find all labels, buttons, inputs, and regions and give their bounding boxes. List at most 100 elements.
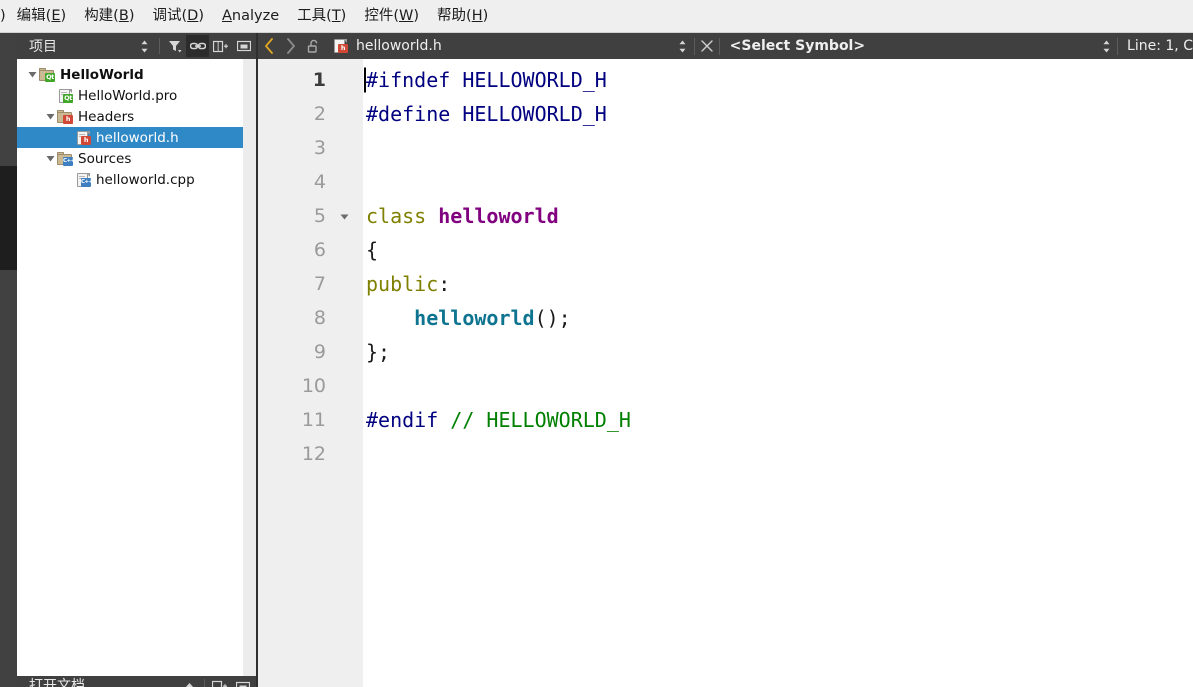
chevron-down-icon[interactable] bbox=[25, 64, 39, 85]
close-pane-icon[interactable] bbox=[231, 679, 254, 687]
chevron-down-icon[interactable] bbox=[43, 148, 57, 169]
h-file-icon: h bbox=[75, 130, 91, 146]
code-token: }; bbox=[366, 340, 391, 364]
current-file-chip[interactable]: h helloworld.h bbox=[326, 33, 442, 59]
open-documents-toolbar bbox=[178, 678, 258, 687]
open-documents-title: 打开文档 bbox=[29, 677, 85, 687]
menu-bar: ) 编辑(E) 构建(B) 调试(D) Analyze 工具(T) 控件(W) 帮助(H) bbox=[0, 0, 1193, 33]
line-number: 6 bbox=[313, 238, 326, 261]
code-line-text: { bbox=[363, 240, 378, 260]
menu-debug[interactable]: 调试(D) bbox=[143, 5, 213, 28]
split-pane-icon[interactable] bbox=[209, 35, 232, 57]
menu-analyze[interactable]: Analyze bbox=[213, 5, 288, 28]
code-line[interactable]: 11 #endif // HELLOWORLD_H bbox=[258, 403, 1193, 437]
text-caret bbox=[364, 67, 366, 93]
unlock-icon[interactable] bbox=[302, 33, 326, 59]
line-number: 2 bbox=[313, 102, 326, 125]
close-document-icon[interactable] bbox=[695, 33, 719, 59]
file-dropdown-icon[interactable] bbox=[672, 33, 694, 59]
menu-edit[interactable]: 编辑(E) bbox=[8, 5, 76, 28]
projects-panel-toolbar bbox=[133, 33, 258, 59]
navigate-back-button[interactable] bbox=[258, 33, 280, 59]
menu-tools[interactable]: 工具(T) bbox=[288, 5, 355, 28]
code-token: : bbox=[438, 272, 451, 296]
h-file-icon: h bbox=[332, 38, 348, 54]
navigate-forward-button[interactable] bbox=[280, 33, 302, 59]
code-line-text: helloworld(); bbox=[363, 308, 571, 328]
tree-item-label: helloworld.cpp bbox=[96, 171, 195, 188]
code-line[interactable]: 3 bbox=[258, 131, 1193, 165]
code-token: class bbox=[366, 204, 439, 228]
line-number: 8 bbox=[313, 306, 326, 329]
chevron-down-icon[interactable] bbox=[43, 106, 57, 127]
line-number: 3 bbox=[313, 136, 326, 159]
filter-icon[interactable] bbox=[163, 35, 186, 57]
toolbar-separator bbox=[159, 38, 160, 54]
code-token: public bbox=[366, 272, 439, 296]
code-line[interactable]: 1 #ifndef HELLOWORLD_H bbox=[258, 63, 1193, 97]
tree-item-helloworld-project[interactable]: Qt HelloWorld bbox=[17, 64, 243, 85]
line-number: 7 bbox=[313, 272, 326, 295]
line-number: 9 bbox=[313, 340, 326, 363]
menu-build[interactable]: 构建(B) bbox=[75, 5, 143, 28]
tree-item-sources-folder[interactable]: C++ Sources bbox=[17, 148, 243, 169]
line-number: 12 bbox=[301, 442, 326, 465]
pro-file-icon: Qt bbox=[57, 88, 73, 104]
symbol-selector[interactable]: <Select Symbol> bbox=[720, 38, 865, 54]
qt-creator-window: ) 编辑(E) 构建(B) 调试(D) Analyze 工具(T) 控件(W) 帮助(H) 项… bbox=[0, 0, 1193, 687]
qt-project-folder-icon: Qt bbox=[39, 67, 55, 83]
code-line[interactable]: 4 bbox=[258, 165, 1193, 199]
sort-combo-icon[interactable] bbox=[133, 35, 156, 57]
tree-item-helloworld-cpp[interactable]: C++ helloworld.cpp bbox=[17, 169, 243, 190]
code-line[interactable]: 9}; bbox=[258, 335, 1193, 369]
code-line[interactable]: 8 helloworld(); bbox=[258, 301, 1193, 335]
code-line-text: #endif // HELLOWORLD_H bbox=[363, 410, 631, 430]
code-editor[interactable]: 1 #ifndef HELLOWORLD_H 2 #define HELLOWORLD… bbox=[258, 59, 1193, 687]
tree-item-headers-folder[interactable]: h Headers bbox=[17, 106, 243, 127]
code-line[interactable]: 5 class helloworld bbox=[258, 199, 1193, 233]
editor-toolbar-right: <Select Symbol> bbox=[672, 33, 865, 59]
menu-file-clipped[interactable]: ) bbox=[0, 5, 8, 28]
tree-item-helloworld-pro[interactable]: Qt HelloWorld.pro bbox=[17, 85, 243, 106]
sources-folder-icon: C++ bbox=[57, 151, 75, 167]
projects-panel: 项目 Qt HelloWorld Qt HelloWorld.pro h Hea… bbox=[17, 33, 258, 687]
code-line[interactable]: 10 bbox=[258, 369, 1193, 403]
code-line-text: }; bbox=[363, 342, 390, 362]
mode-selector-active bbox=[0, 166, 17, 270]
code-line[interactable]: 6{ bbox=[258, 233, 1193, 267]
headers-folder-icon: h bbox=[57, 109, 73, 125]
tree-item-label: helloworld.h bbox=[96, 129, 179, 146]
link-with-editor-icon[interactable] bbox=[186, 35, 209, 57]
menu-widgets[interactable]: 控件(W) bbox=[355, 5, 428, 28]
code-token: // HELLOWORLD_H bbox=[450, 408, 631, 432]
code-token: #define HELLOWORLD_H bbox=[366, 102, 607, 126]
line-column-indicator[interactable]: Line: 1, C bbox=[1118, 38, 1193, 54]
menu-help[interactable]: 帮助(H) bbox=[428, 5, 497, 28]
fold-marker-icon[interactable] bbox=[326, 212, 363, 221]
line-number: 4 bbox=[313, 170, 326, 193]
editor-area: h helloworld.h <Select Symbol> Line: 1, … bbox=[258, 33, 1193, 687]
editor-toolbar: h helloworld.h <Select Symbol> Line: 1, … bbox=[258, 33, 1193, 59]
projects-panel-header: 项目 bbox=[17, 33, 258, 59]
code-line[interactable]: 7 public: bbox=[258, 267, 1193, 301]
code-token: (); bbox=[534, 306, 571, 330]
code-line-text: #define HELLOWORLD_H bbox=[363, 104, 607, 124]
code-line[interactable]: 2 #define HELLOWORLD_H bbox=[258, 97, 1193, 131]
tree-item-label: Headers bbox=[78, 108, 135, 125]
split-pane-icon[interactable] bbox=[208, 679, 231, 687]
cpp-file-icon: C++ bbox=[75, 172, 93, 188]
code-token: { bbox=[366, 238, 379, 262]
code-token: #ifndef HELLOWORLD_H bbox=[366, 68, 607, 92]
tree-item-label: HelloWorld bbox=[60, 66, 144, 83]
tree-item-helloworld-h[interactable]: h helloworld.h bbox=[17, 127, 243, 148]
code-line-text: public: bbox=[363, 274, 450, 294]
mode-selector-strip[interactable] bbox=[0, 33, 17, 687]
symbol-dropdown-icon[interactable] bbox=[1095, 33, 1117, 59]
code-line[interactable]: 12 bbox=[258, 437, 1193, 471]
collapse-icon[interactable] bbox=[178, 679, 201, 687]
open-documents-header[interactable]: 打开文档 bbox=[17, 676, 258, 687]
projects-tree: Qt HelloWorld Qt HelloWorld.pro h Headers h hel… bbox=[17, 59, 243, 687]
close-pane-icon[interactable] bbox=[232, 35, 255, 57]
